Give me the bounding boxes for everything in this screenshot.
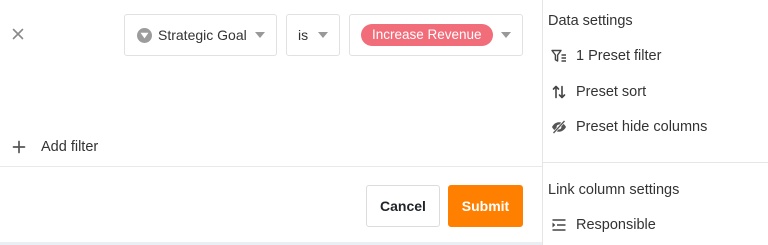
filter-value-select[interactable]: Increase Revenue — [349, 14, 523, 56]
preset-sort-item[interactable]: Preset sort — [551, 83, 646, 101]
filter-column-select[interactable]: Strategic Goal — [124, 14, 277, 56]
filter-operator-label: is — [298, 27, 309, 43]
add-filter-button[interactable]: Add filter — [12, 137, 98, 157]
chevron-down-icon — [318, 32, 328, 38]
option-pill: Increase Revenue — [361, 24, 493, 46]
preset-hide-columns-item[interactable]: Preset hide columns — [551, 118, 707, 136]
link-column-settings-heading: Link column settings — [548, 182, 680, 198]
preset-filter-item[interactable]: 1 Preset filter — [551, 47, 661, 65]
settings-panel: Data settings 1 Preset filter Preset sor… — [543, 0, 768, 245]
responsible-link-item[interactable]: Responsible — [551, 216, 656, 234]
filter-dialog: Strategic Goal is Increase Revenue Add f… — [0, 0, 543, 245]
add-filter-label: Add filter — [41, 139, 99, 155]
eye-slash-icon — [551, 119, 567, 135]
submit-button[interactable]: Submit — [448, 185, 523, 227]
link-column-icon — [551, 217, 567, 233]
cancel-button[interactable]: Cancel — [366, 185, 440, 227]
filter-column-label: Strategic Goal — [158, 27, 247, 43]
filter-icon — [551, 48, 567, 64]
sort-icon — [551, 84, 567, 100]
divider — [0, 166, 543, 167]
preset-sort-label: Preset sort — [576, 84, 647, 100]
single-select-column-icon — [137, 27, 152, 43]
plus-icon — [12, 140, 26, 154]
filter-operator-select[interactable]: is — [286, 14, 340, 56]
preset-filter-label: 1 Preset filter — [576, 48, 662, 64]
chevron-down-icon — [501, 32, 511, 38]
divider — [543, 162, 768, 163]
chevron-down-icon — [255, 32, 265, 38]
responsible-label: Responsible — [576, 217, 656, 233]
data-settings-heading: Data settings — [548, 13, 633, 29]
preset-hide-columns-label: Preset hide columns — [576, 119, 708, 135]
remove-filter-icon[interactable] — [10, 26, 26, 42]
